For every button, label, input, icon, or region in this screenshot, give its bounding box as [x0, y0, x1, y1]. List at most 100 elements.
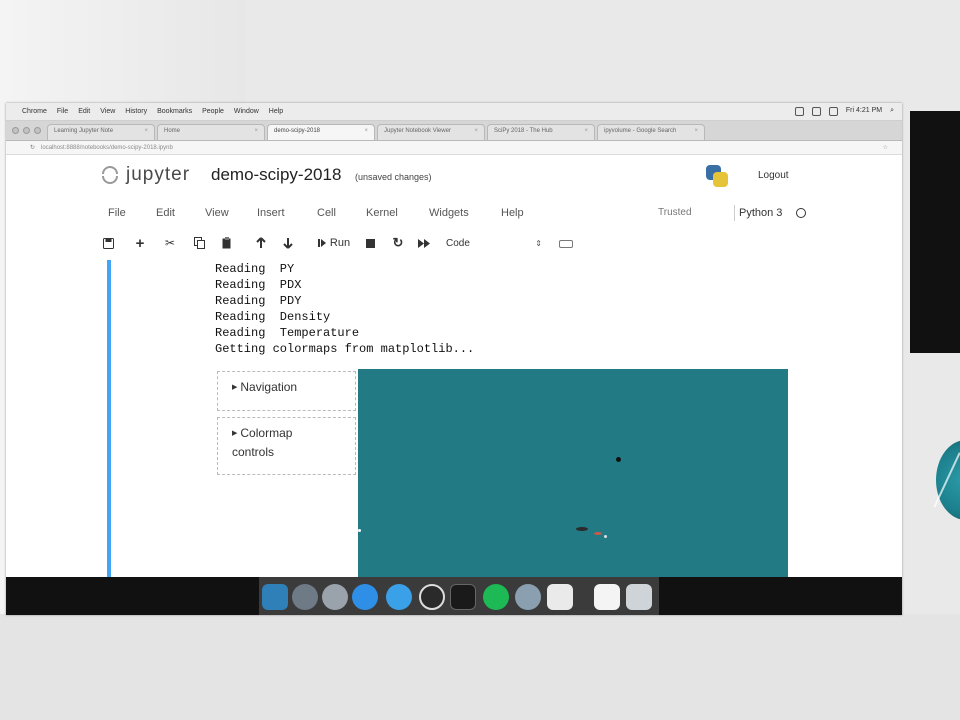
close-tab-icon[interactable]: × — [694, 128, 698, 140]
search-icon[interactable]: ⌕ — [890, 107, 894, 116]
downloads-folder-icon[interactable] — [594, 584, 620, 610]
menu-cell[interactable]: Cell — [317, 207, 336, 219]
jupyter-logo-icon[interactable] — [102, 164, 122, 184]
trusted-indicator[interactable]: Trusted — [658, 207, 692, 218]
navigation-label: Navigation — [240, 380, 298, 394]
wifi-icon[interactable] — [811, 107, 821, 116]
menu-view[interactable]: View — [205, 207, 229, 219]
colormap-label: Colormap — [240, 426, 293, 440]
colormap-controls-accordion[interactable]: ▶ Colormap controls — [217, 417, 356, 475]
menu-help[interactable]: Help — [501, 207, 524, 219]
kernel-idle-indicator-icon — [796, 208, 806, 218]
browser-tab[interactable]: Home × — [157, 124, 265, 140]
menu-insert[interactable]: Insert — [257, 207, 285, 219]
os-menu-people[interactable]: People — [202, 108, 224, 115]
close-window-icon[interactable] — [12, 127, 19, 134]
os-menu-help[interactable]: Help — [269, 108, 283, 115]
bookmark-star-icon[interactable]: ☆ — [883, 144, 888, 151]
output-line: Reading Temperature — [215, 326, 360, 340]
launchpad-icon[interactable] — [292, 584, 318, 610]
run-button[interactable]: Run — [312, 234, 356, 252]
address-bar[interactable]: ↻ localhost:8888/notebooks/demo-scipy-20… — [6, 141, 902, 155]
close-tab-icon[interactable]: × — [584, 128, 588, 140]
navigation-accordion[interactable]: ▶ Navigation — [217, 371, 356, 411]
safari-icon[interactable] — [386, 584, 412, 610]
render-speck — [604, 535, 607, 538]
browser-tab[interactable]: ipyvolume - Google Search × — [597, 124, 705, 140]
controls-label: controls — [232, 445, 275, 459]
notebook-toolbar: + ✂ Run ↻ Code ⇕ — [6, 231, 902, 255]
output-line: Reading PY — [215, 262, 295, 276]
os-menu-chrome[interactable]: Chrome — [22, 108, 47, 115]
jupyter-header: jupyter demo-scipy-2018 (unsaved changes… — [6, 155, 902, 195]
run-icon — [317, 239, 326, 247]
plus-icon[interactable]: + — [132, 234, 148, 252]
zoom-window-icon[interactable] — [34, 127, 41, 134]
notebook-area: Reading PY Reading PDX Reading PDY Readi… — [6, 255, 902, 579]
os-menu-file[interactable]: File — [57, 108, 68, 115]
browser-tab[interactable]: Learning Jupyter Note × — [47, 124, 155, 140]
browser-tab[interactable]: Jupyter Notebook Viewer × — [377, 124, 485, 140]
cell-output-text: Reading PY Reading PDX Reading PDY Readi… — [215, 261, 474, 357]
keyboard-icon[interactable] — [559, 240, 573, 248]
window-controls — [12, 127, 41, 134]
menu-edit[interactable]: Edit — [156, 207, 175, 219]
backdrop-bottom — [0, 614, 960, 720]
logout-button[interactable]: Logout — [758, 170, 789, 181]
notebook-name[interactable]: demo-scipy-2018 — [211, 165, 341, 185]
battery-icon[interactable] — [828, 107, 838, 116]
os-dock — [6, 577, 902, 615]
select-arrows-icon: ⇕ — [535, 239, 542, 248]
render-speck — [594, 532, 602, 535]
preview-icon[interactable] — [515, 584, 541, 610]
arrow-up-icon[interactable] — [253, 234, 269, 252]
copy-icon[interactable] — [191, 234, 207, 252]
system-preferences-icon[interactable] — [322, 584, 348, 610]
menu-kernel[interactable]: Kernel — [366, 207, 398, 219]
screen: Chrome File Edit View History Bookmarks … — [6, 103, 902, 615]
paste-icon[interactable] — [219, 234, 235, 252]
close-tab-icon[interactable]: × — [364, 128, 368, 140]
os-menu-bookmarks[interactable]: Bookmarks — [157, 108, 192, 115]
close-tab-icon[interactable]: × — [144, 128, 148, 140]
os-menu-view[interactable]: View — [100, 108, 115, 115]
arrow-down-icon[interactable] — [280, 234, 296, 252]
scissors-icon[interactable]: ✂ — [162, 234, 178, 252]
terminal-icon[interactable] — [450, 584, 476, 610]
status-icon[interactable] — [794, 107, 804, 116]
close-tab-icon[interactable]: × — [254, 128, 258, 140]
save-icon[interactable] — [100, 234, 116, 252]
reload-icon[interactable]: ↻ — [30, 144, 35, 151]
output-line: Reading Density — [215, 310, 331, 324]
cell-type-select[interactable]: Code ⇕ — [446, 236, 542, 251]
os-menubar: Chrome File Edit View History Bookmarks … — [6, 103, 902, 121]
kernel-name: Python 3 — [739, 207, 783, 219]
jupyter-wordmark[interactable]: jupyter — [126, 164, 190, 186]
output-line: Getting colormaps from matplotlib... — [215, 342, 475, 356]
finder-icon[interactable] — [262, 584, 288, 610]
output-line: Reading PDY — [215, 294, 302, 308]
fast-forward-icon[interactable] — [416, 234, 432, 252]
chrome-icon[interactable] — [419, 584, 445, 610]
cell-type-value: Code — [446, 238, 470, 249]
app-store-icon[interactable] — [352, 584, 378, 610]
python-logo-icon — [704, 163, 730, 189]
url-text[interactable]: localhost:8888/notebooks/demo-scipy-2018… — [41, 145, 173, 151]
clock[interactable]: Fri 4:21 PM — [846, 107, 882, 116]
close-tab-icon[interactable]: × — [474, 128, 478, 140]
restart-icon[interactable]: ↻ — [390, 234, 406, 252]
expand-triangle-icon: ▶ — [232, 384, 238, 391]
os-menu-history[interactable]: History — [125, 108, 147, 115]
menu-file[interactable]: File — [108, 207, 126, 219]
os-menu-window[interactable]: Window — [234, 108, 259, 115]
minimize-window-icon[interactable] — [23, 127, 30, 134]
stop-icon[interactable] — [363, 234, 377, 252]
browser-tab-active[interactable]: demo-scipy-2018 × — [267, 124, 375, 140]
spotify-icon[interactable] — [483, 584, 509, 610]
volume-render-canvas[interactable] — [358, 369, 788, 579]
slack-icon[interactable] — [547, 584, 573, 610]
menu-widgets[interactable]: Widgets — [429, 207, 469, 219]
browser-tab[interactable]: SciPy 2018 - The Hub × — [487, 124, 595, 140]
trash-icon[interactable] — [626, 584, 652, 610]
os-menu-edit[interactable]: Edit — [78, 108, 90, 115]
